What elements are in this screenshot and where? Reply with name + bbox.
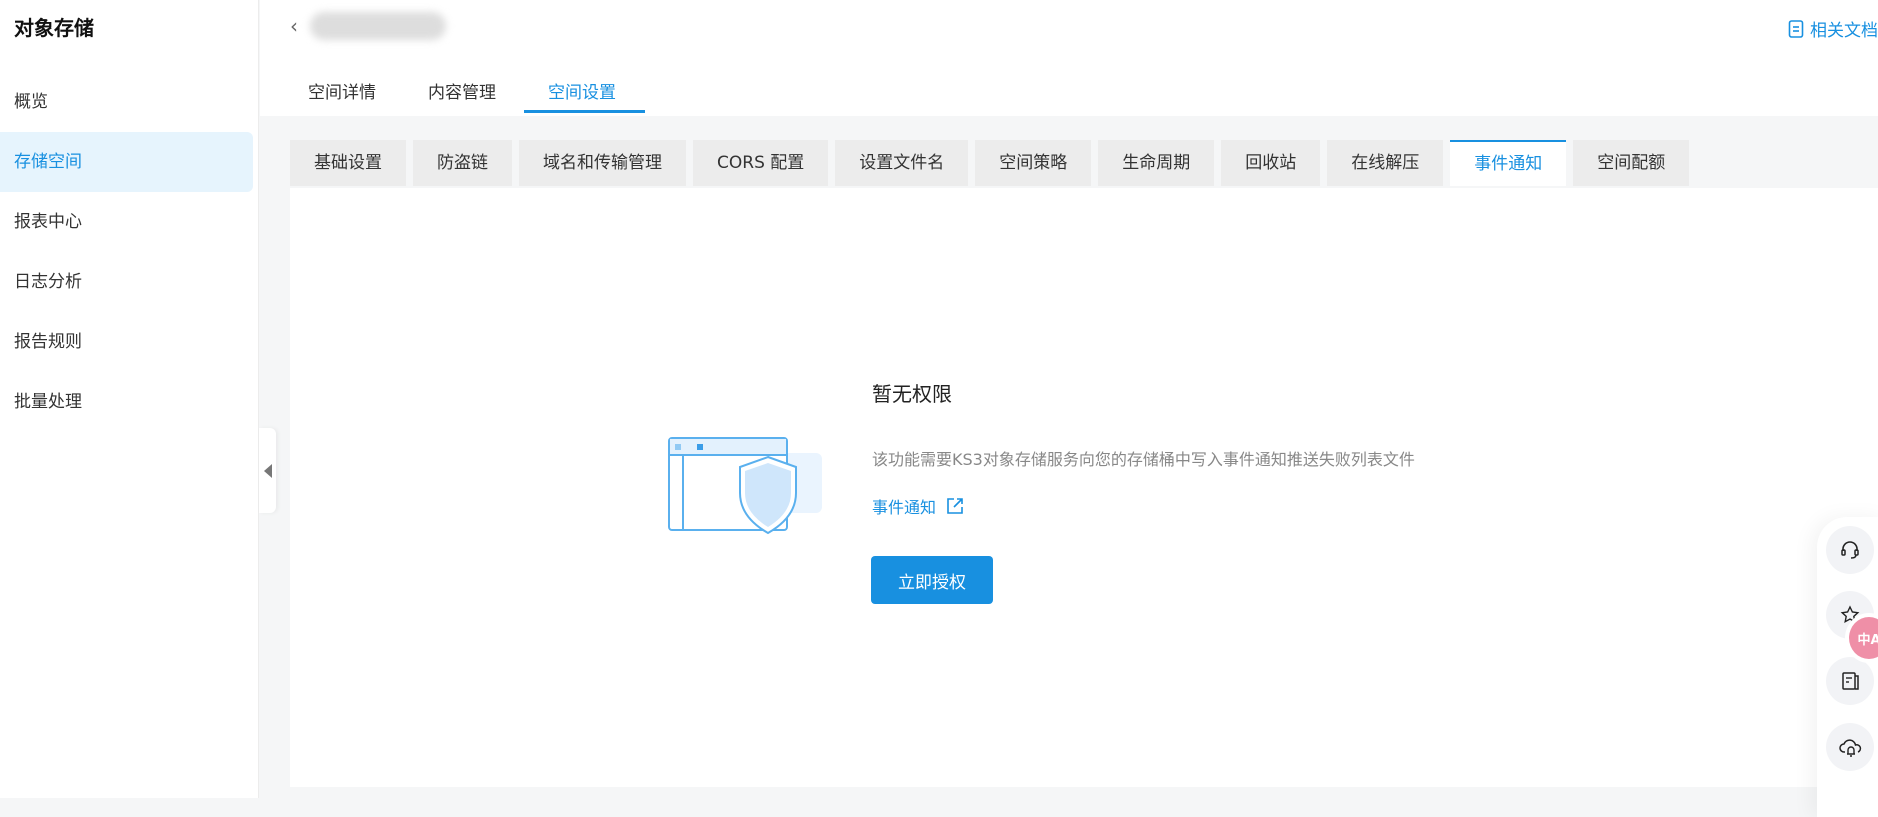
tab-content-management[interactable]: 内容管理 [428,78,496,103]
header: ‹ 相关文档 空间详情 内容管理 空间设置 [260,0,1878,116]
subtab-hotlink-protection[interactable]: 防盗链 [413,140,512,186]
subtab-recycle-bin[interactable]: 回收站 [1221,140,1321,186]
link-label: 事件通知 [872,498,937,517]
bucket-name-redacted [310,12,446,40]
external-link-icon [947,498,963,514]
subtab-online-decompress[interactable]: 在线解压 [1327,140,1444,186]
floating-toolbar [1817,517,1878,817]
sidebar-collapse-toggle[interactable] [259,428,276,513]
subtab-policy[interactable]: 空间策略 [975,140,1092,186]
related-docs-link[interactable]: 相关文档 [1788,16,1878,41]
subtab-domain-transfer[interactable]: 域名和传输管理 [519,140,686,186]
subtab-filename[interactable]: 设置文件名 [835,140,969,186]
sidebar-title: 对象存储 [14,16,94,40]
cloud-bell-icon[interactable] [1826,723,1874,771]
tab-bucket-details[interactable]: 空间详情 [308,78,376,103]
authorize-now-button[interactable]: 立即授权 [871,556,993,604]
active-tab-indicator [524,110,645,113]
subtab-basic-settings[interactable]: 基础设置 [290,140,406,186]
sidebar-item-reports[interactable]: 报表中心 [0,192,253,252]
related-docs-label: 相关文档 [1810,21,1878,41]
document-icon[interactable] [1826,657,1874,705]
empty-state-title: 暂无权限 [872,382,952,406]
no-permission-illustration [668,437,822,535]
content-card [290,188,1878,787]
subtab-event-notification[interactable]: 事件通知 [1450,140,1567,186]
event-notification-doc-link[interactable]: 事件通知 [872,494,964,518]
caret-left-icon [263,463,272,478]
subtab-quota[interactable]: 空间配额 [1573,140,1690,186]
sidebar-item-buckets[interactable]: 存储空间 [0,132,253,192]
sidebar: 对象存储 概览 存储空间 报表中心 日志分析 报告规则 批量处理 [0,0,259,798]
subtab-lifecycle[interactable]: 生命周期 [1098,140,1215,186]
subtab-cors[interactable]: CORS 配置 [693,140,829,186]
sidebar-item-report-rules[interactable]: 报告规则 [0,312,253,372]
settings-subtabs: 基础设置 防盗链 域名和传输管理 CORS 配置 设置文件名 空间策略 生命周期… [290,140,1690,186]
sidebar-item-batch[interactable]: 批量处理 [0,372,253,432]
empty-state-description: 该功能需要KS3对象存储服务向您的存储桶中写入事件通知推送失败列表文件 [872,450,1415,469]
tab-bucket-settings[interactable]: 空间设置 [548,78,616,103]
sidebar-item-overview[interactable]: 概览 [0,72,253,132]
sidebar-item-log-analysis[interactable]: 日志分析 [0,252,253,312]
document-icon [1788,19,1804,38]
headset-icon[interactable] [1826,526,1874,574]
back-chevron-icon[interactable]: ‹ [290,14,298,38]
